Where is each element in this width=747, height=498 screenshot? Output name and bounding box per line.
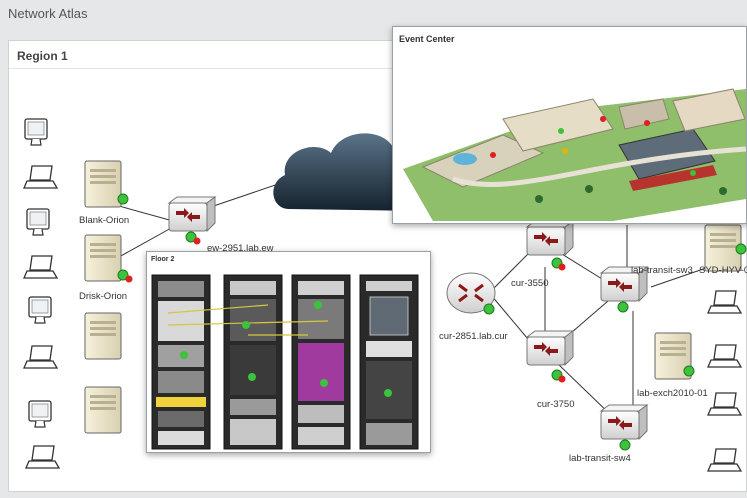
status-up-dot [619,439,631,451]
node-label: Drisk-Orion [79,291,128,302]
node-label: cur-3750 [537,399,575,410]
status-down-dot [193,237,201,245]
laptop-icon[interactable] [23,345,58,369]
status-up-dot [483,303,495,315]
node-label: cur-3550 [511,278,549,289]
monitor-icon[interactable] [28,296,52,324]
rack-view[interactable] [148,265,431,453]
floor-panel[interactable]: Floor 2 [146,251,431,453]
switch-icon[interactable] [526,330,574,366]
laptop-icon[interactable] [707,290,742,314]
switch-icon[interactable] [168,196,216,232]
server-icon[interactable] [84,386,122,434]
campus-map-image[interactable] [393,49,746,223]
status-up-dot [683,365,695,377]
event-center-title: Event Center [399,34,455,44]
laptop-icon[interactable] [23,255,58,279]
node-label: cur-2851.lab.cur [439,331,508,342]
rack-icon[interactable] [359,274,419,450]
rack-icon[interactable] [291,274,351,450]
node-label: lab-transit-sw3 [631,265,693,276]
laptop-icon[interactable] [707,392,742,416]
monitor-icon[interactable] [24,118,48,146]
switch-icon[interactable] [600,404,648,440]
laptop-icon[interactable] [23,165,58,189]
status-up-dot [117,193,129,205]
monitor-icon[interactable] [28,400,52,428]
server-icon[interactable] [84,312,122,360]
app-title: Network Atlas [8,6,88,21]
node-label: lab-transit-sw4 [569,453,631,464]
event-center-panel[interactable]: Event Center [392,26,747,224]
laptop-icon[interactable] [707,448,742,472]
status-down-dot [558,263,566,271]
server-icon[interactable] [84,234,122,282]
rack-icon[interactable] [223,274,283,450]
node-label: lab-exch2010-01 [637,388,708,399]
rack-icon[interactable] [151,274,211,450]
status-up-dot [617,301,629,313]
server-icon[interactable] [84,160,122,208]
node-label: Blank-Orion [79,215,130,226]
status-down-dot [558,375,566,383]
node-label: SYD-HYV-0 [699,265,747,276]
switch-icon[interactable] [526,220,574,256]
monitor-icon[interactable] [26,208,50,236]
status-down-dot [125,275,133,283]
laptop-icon[interactable] [25,445,60,469]
status-up-dot [735,243,747,255]
laptop-icon[interactable] [707,344,742,368]
floor-title: Floor 2 [151,256,175,263]
